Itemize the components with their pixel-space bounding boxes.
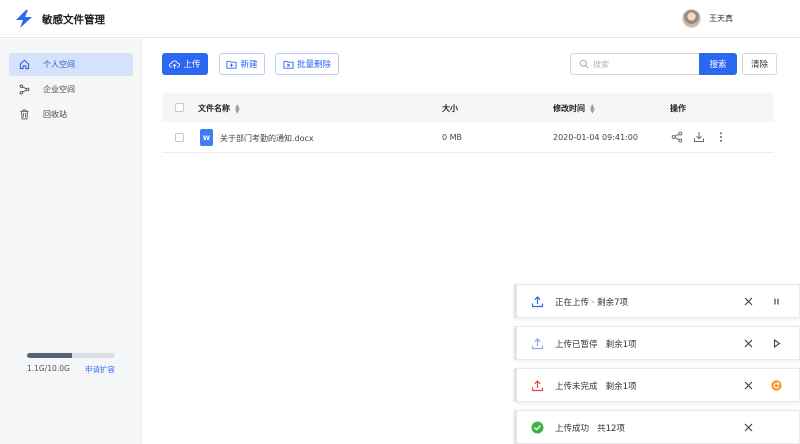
- new-button[interactable]: 新建: [219, 53, 265, 75]
- sidebar-item-label: 个人空间: [43, 60, 75, 69]
- upload-button-label: 上传: [183, 60, 201, 70]
- close-icon[interactable]: [743, 338, 754, 349]
- top-bar: 敏感文件管理 王天真: [0, 0, 800, 38]
- upload-status-incomplete: 上传未完成 剩余1项: [514, 368, 800, 402]
- upload-status-text: 上传已暂停 剩余1项: [555, 340, 637, 350]
- storage-usage-text: 1.1G/10.0G: [27, 364, 70, 373]
- home-icon: [19, 59, 30, 70]
- row-checkbox[interactable]: [175, 133, 184, 142]
- app-title: 敏感文件管理: [42, 14, 105, 26]
- upload-status-text: 上传成功 共12项: [555, 424, 625, 434]
- sidebar: 个人空间 企业空间 回收站: [0, 39, 142, 444]
- sidebar-item-label: 回收站: [43, 110, 67, 119]
- sidebar-item-enterprise-space[interactable]: 企业空间: [9, 78, 133, 101]
- retry-icon[interactable]: [771, 380, 782, 391]
- upload-status-text: 上传未完成 剩余1项: [555, 382, 637, 392]
- file-size: 0 MB: [442, 133, 463, 142]
- search-button-label: 搜索: [709, 60, 727, 70]
- clear-button-label: 清除: [750, 60, 768, 70]
- word-document-icon: W: [200, 129, 213, 146]
- column-header-actions: 操作: [670, 104, 686, 113]
- username[interactable]: 王天真: [709, 13, 733, 24]
- column-header-name[interactable]: 文件名称 ▲ ▼: [198, 103, 240, 114]
- sort-icon[interactable]: ▲ ▼: [235, 103, 240, 114]
- trash-icon: [20, 109, 29, 120]
- pause-icon[interactable]: [771, 296, 782, 307]
- storage-usage-bar: [27, 353, 115, 358]
- column-header-size: 大小: [442, 104, 458, 113]
- upload-status-uploading: 正在上传 · 剩余7项: [514, 284, 800, 318]
- cloud-upload-icon: [169, 59, 181, 69]
- upload-button[interactable]: 上传: [162, 53, 208, 75]
- sidebar-item-personal-space[interactable]: 个人空间: [9, 53, 133, 76]
- upload-status-text: 正在上传 · 剩余7项: [555, 298, 629, 308]
- new-button-label: 新建: [240, 60, 258, 70]
- more-options-icon[interactable]: [715, 131, 727, 143]
- table-header: 文件名称 ▲ ▼ 大小 修改时间 ▲ ▼ 操作: [162, 93, 774, 122]
- delete-folder-icon: [283, 60, 294, 69]
- download-icon[interactable]: [693, 131, 705, 143]
- request-expansion-link[interactable]: 申请扩容: [85, 364, 115, 375]
- share-nodes-icon: [19, 84, 30, 95]
- share-icon[interactable]: [671, 131, 683, 143]
- upload-icon: [531, 296, 544, 308]
- sort-icon[interactable]: ▲ ▼: [590, 103, 595, 114]
- avatar[interactable]: [682, 9, 701, 28]
- search-button[interactable]: 搜索: [699, 53, 737, 75]
- new-folder-icon: [226, 60, 238, 69]
- clear-button[interactable]: 清除: [742, 53, 777, 75]
- upload-icon: [531, 380, 544, 392]
- search-input[interactable]: [593, 57, 693, 71]
- lightning-logo-icon: [16, 10, 32, 28]
- close-icon[interactable]: [743, 380, 754, 391]
- file-modified-time: 2020-01-04 09:41:00: [553, 133, 638, 142]
- play-icon[interactable]: [771, 338, 782, 349]
- table-row[interactable]: W 关于部门考勤的通知.docx 0 MB 2020-01-04 09:41:0…: [162, 122, 774, 153]
- sidebar-item-label: 企业空间: [43, 85, 75, 94]
- close-icon[interactable]: [743, 296, 754, 307]
- upload-status-paused: 上传已暂停 剩余1项: [514, 326, 800, 360]
- close-icon[interactable]: [743, 422, 754, 433]
- upload-status-success: 上传成功 共12项: [514, 410, 800, 444]
- sidebar-item-recycle-bin[interactable]: 回收站: [9, 103, 133, 126]
- storage-usage-fill: [27, 353, 72, 358]
- upload-icon: [531, 338, 544, 350]
- batch-delete-button[interactable]: 批量删除: [275, 53, 339, 75]
- select-all-checkbox[interactable]: [175, 103, 184, 112]
- file-name[interactable]: 关于部门考勤的通知.docx: [220, 133, 314, 144]
- search-field: [570, 53, 700, 75]
- column-header-modified[interactable]: 修改时间 ▲ ▼: [553, 103, 595, 114]
- batch-delete-button-label: 批量删除: [296, 60, 331, 70]
- check-circle-icon: [531, 421, 544, 434]
- search-icon: [579, 59, 589, 69]
